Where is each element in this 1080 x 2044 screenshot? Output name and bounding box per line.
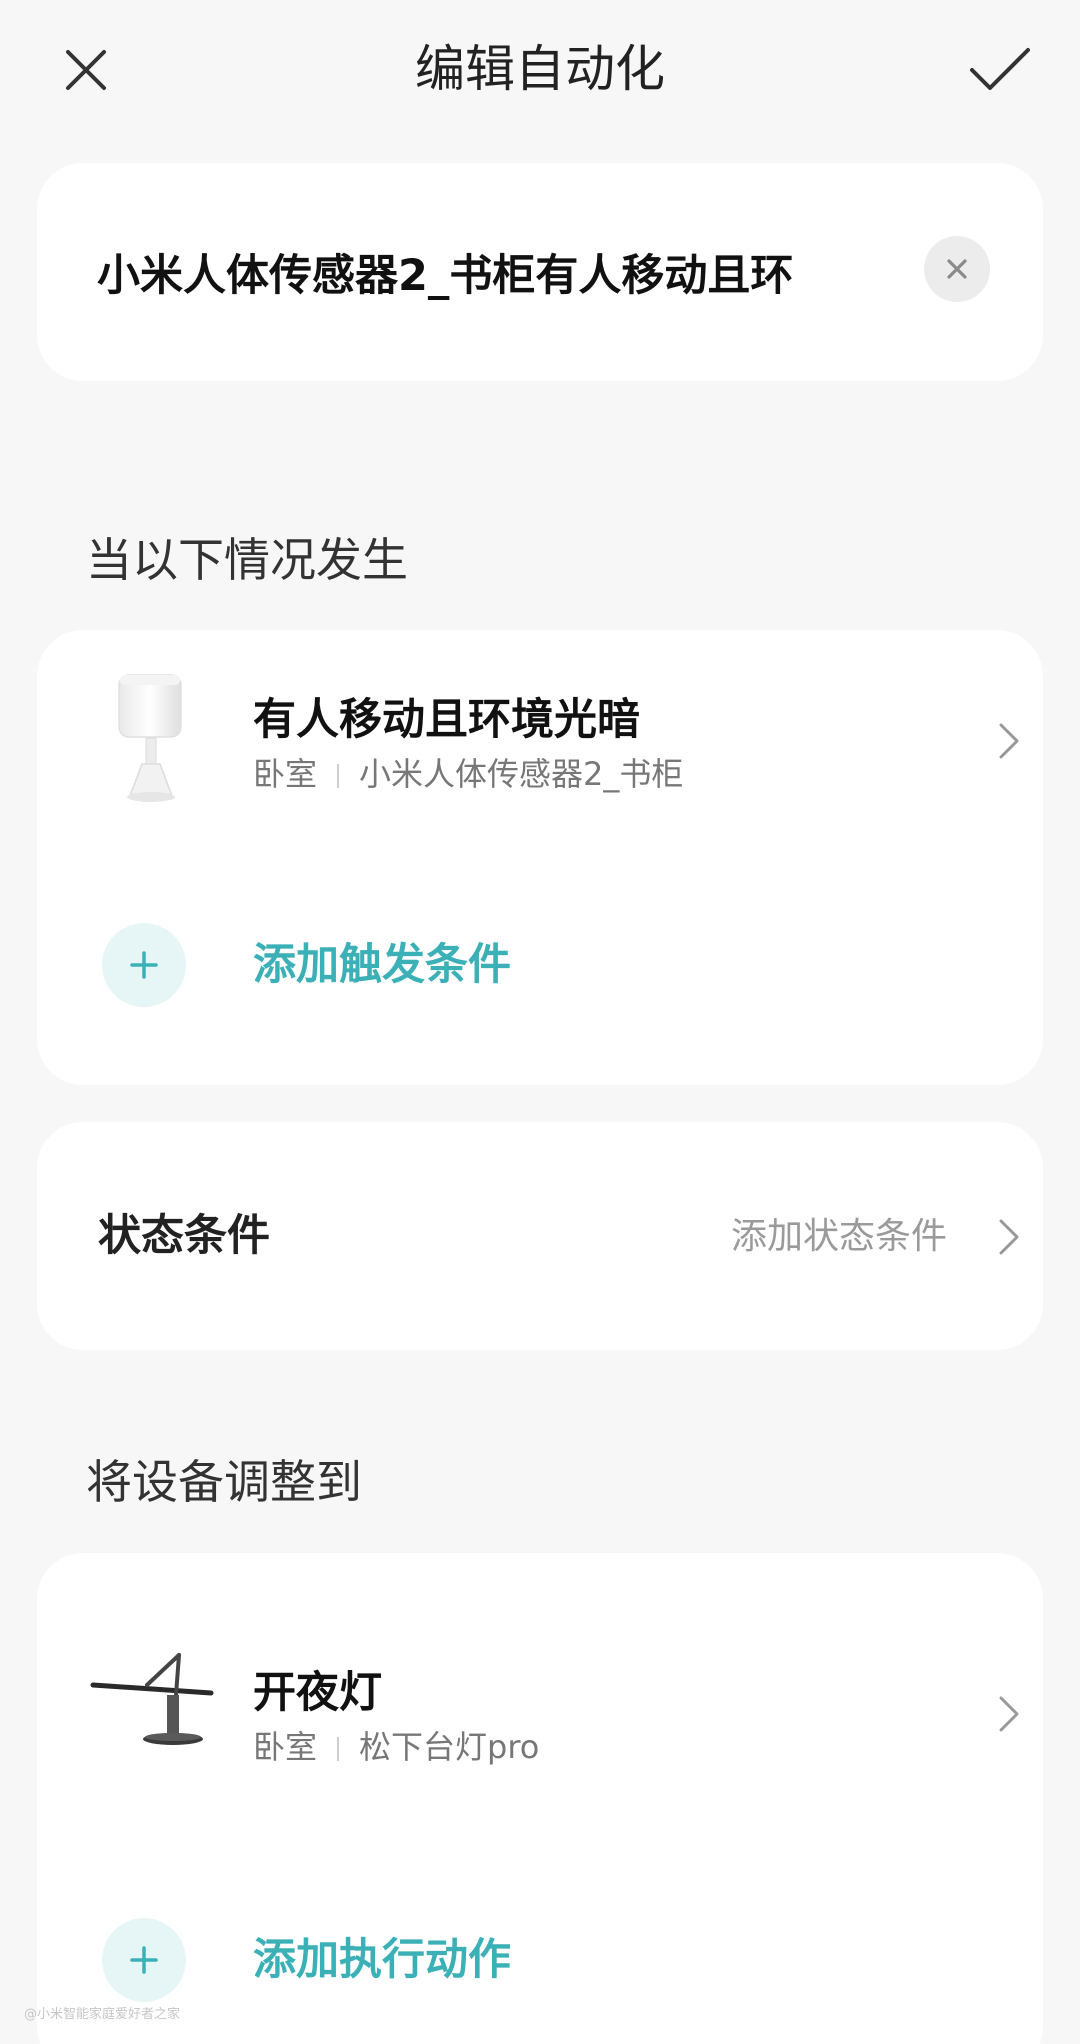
action-item-subtitle: 卧室 松下台灯pro [253, 1725, 539, 1769]
state-condition-title: 状态条件 [98, 1211, 270, 1261]
chevron-right-icon [989, 1689, 1029, 1739]
chevron-right-icon [989, 1212, 1029, 1262]
save-button[interactable] [960, 30, 1040, 110]
plus-icon [102, 1918, 186, 2002]
chevron-right-icon [989, 716, 1029, 766]
plus-icon [102, 923, 186, 1007]
add-action-label: 添加执行动作 [253, 1935, 511, 1985]
divider [337, 1737, 340, 1761]
add-trigger-button[interactable]: 添加触发条件 [37, 915, 1043, 1015]
desk-lamp-image [90, 1653, 214, 1745]
clear-icon [947, 259, 967, 279]
trigger-section-label: 当以下情况发生 [86, 533, 408, 587]
action-card: 开夜灯 卧室 松下台灯pro 添加执行动作 [37, 1553, 1043, 2044]
motion-sensor-image [118, 674, 182, 802]
automation-name-input[interactable] [97, 235, 897, 309]
add-trigger-label: 添加触发条件 [253, 940, 511, 990]
action-item-device: 松下台灯pro [359, 1728, 540, 1766]
trigger-item[interactable]: 有人移动且环境光暗 卧室 小米人体传感器2_书柜 [37, 670, 1043, 820]
trigger-item-subtitle: 卧室 小米人体传感器2_书柜 [253, 752, 683, 796]
action-item[interactable]: 开夜灯 卧室 松下台灯pro [37, 1643, 1043, 1793]
page-title: 编辑自动化 [415, 40, 665, 98]
clear-name-button[interactable] [924, 236, 990, 302]
trigger-item-title: 有人移动且环境光暗 [253, 695, 640, 745]
top-bar: 编辑自动化 [0, 0, 1080, 140]
add-state-condition-link[interactable]: 添加状态条件 [731, 1212, 947, 1262]
trigger-item-device: 小米人体传感器2_书柜 [359, 755, 684, 793]
divider [337, 764, 340, 788]
action-item-room: 卧室 [253, 1728, 318, 1766]
action-item-title: 开夜灯 [253, 1668, 382, 1718]
edit-automation-screen: 编辑自动化 当以下情况发生 [0, 0, 1080, 2044]
action-section-label: 将设备调整到 [86, 1455, 362, 1509]
check-icon [970, 48, 1030, 90]
trigger-card: 有人移动且环境光暗 卧室 小米人体传感器2_书柜 添加触发条件 [37, 630, 1043, 1085]
automation-name-card [37, 163, 1043, 381]
add-action-button[interactable]: 添加执行动作 [37, 1910, 1043, 2010]
trigger-item-room: 卧室 [253, 755, 318, 793]
state-condition-card[interactable]: 状态条件 添加状态条件 [37, 1122, 1043, 1350]
watermark-text: @小米智能家庭爱好者之家 [24, 2007, 181, 2022]
